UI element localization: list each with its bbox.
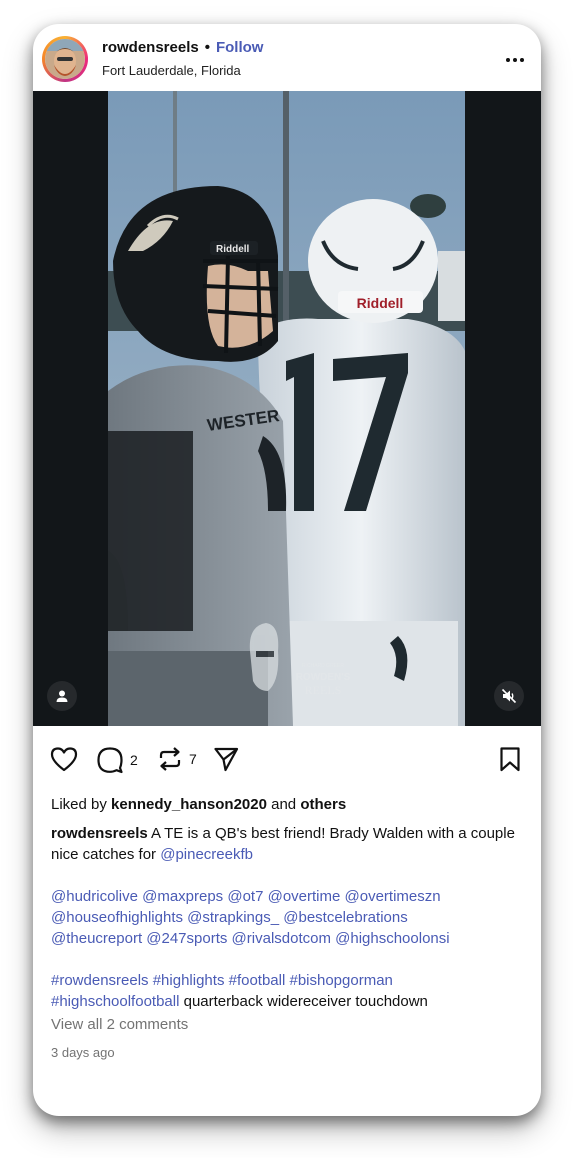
avatar[interactable] xyxy=(42,36,88,82)
caption-gap xyxy=(51,949,521,970)
bookmark-icon xyxy=(500,747,520,772)
share-button[interactable] xyxy=(213,746,239,772)
liker-username-link[interactable]: kennedy_hanson2020 xyxy=(111,796,267,813)
save-button[interactable] xyxy=(499,746,521,777)
comment-button[interactable]: 2 xyxy=(96,746,138,774)
send-icon xyxy=(214,747,239,772)
likes-prefix: Liked by xyxy=(51,796,112,813)
comment-icon xyxy=(97,747,123,774)
caption-mention-link[interactable]: @pinecreekfb xyxy=(160,846,253,863)
person-icon xyxy=(56,690,68,702)
view-all-comments-link[interactable]: View all 2 comments xyxy=(51,1016,188,1033)
video-frame[interactable]: Riddell WESTER Riddell RICHARD GREER ROW… xyxy=(108,91,465,726)
repost-count: 7 xyxy=(189,751,197,767)
post-media[interactable]: Riddell WESTER Riddell RICHARD GREER ROW… xyxy=(33,91,541,726)
action-bar: 2 7 xyxy=(33,726,541,792)
mentions-line-1[interactable]: @hudricolive @maxpreps @ot7 @overtime @o… xyxy=(51,886,521,907)
post-timestamp: 3 days ago xyxy=(51,1045,115,1060)
likes-summary: Liked by kennedy_hanson2020 and others xyxy=(51,796,346,813)
more-options-icon[interactable] xyxy=(505,46,525,69)
hashtags-line-1[interactable]: #rowdensreels #highlights #football #bis… xyxy=(51,970,521,991)
post-header: rowdensreels • Follow Fort Lauderdale, Flo… xyxy=(33,24,541,91)
caption-gap xyxy=(51,865,521,886)
username-link[interactable]: rowdensreels xyxy=(102,39,199,56)
hashtag-link[interactable]: #highschoolfootball xyxy=(51,993,179,1010)
watermark-sub-text: REELS xyxy=(305,683,342,697)
helmet-brand-text: Riddell xyxy=(357,295,404,311)
mentions-line-3[interactable]: @theucreport @247sports @rivalsdotcom @h… xyxy=(51,928,521,949)
heart-icon xyxy=(50,747,78,772)
post-card: rowdensreels • Follow Fort Lauderdale, Flo… xyxy=(33,24,541,1116)
watermark-top-text: RICHARD GREER xyxy=(302,663,344,669)
location-link[interactable]: Fort Lauderdale, Florida xyxy=(102,63,241,78)
like-button[interactable] xyxy=(50,746,78,772)
header-user-line: rowdensreels • Follow xyxy=(102,39,263,56)
speaker-muted-icon xyxy=(501,688,517,704)
watermark-name-text: ROWDEN'S xyxy=(296,672,351,683)
hashtags-line-2: #highschoolfootball quarterback widerece… xyxy=(51,991,521,1012)
repost-button[interactable]: 7 xyxy=(157,746,197,772)
likes-others-link[interactable]: others xyxy=(300,796,346,813)
likes-middle: and xyxy=(266,796,301,813)
hashtags-line-2-text: quarterback widereceiver touchdown xyxy=(179,993,428,1010)
tagged-users-button[interactable] xyxy=(47,681,77,711)
caption-username-link[interactable]: rowdensreels xyxy=(51,825,148,842)
mentions-line-2[interactable]: @houseofhighlights @strapkings_ @bestcel… xyxy=(51,907,521,928)
caption-paragraph: rowdensreels A TE is a QB's best friend!… xyxy=(51,823,521,865)
comment-count: 2 xyxy=(130,752,138,768)
audio-toggle-button[interactable] xyxy=(494,681,524,711)
svg-text:Riddell: Riddell xyxy=(216,244,250,255)
follow-button[interactable]: Follow xyxy=(216,39,264,56)
separator-dot: • xyxy=(204,39,210,56)
post-caption: rowdensreels A TE is a QB's best friend!… xyxy=(51,823,521,1012)
avatar-image xyxy=(45,39,85,79)
repost-icon xyxy=(159,747,181,771)
